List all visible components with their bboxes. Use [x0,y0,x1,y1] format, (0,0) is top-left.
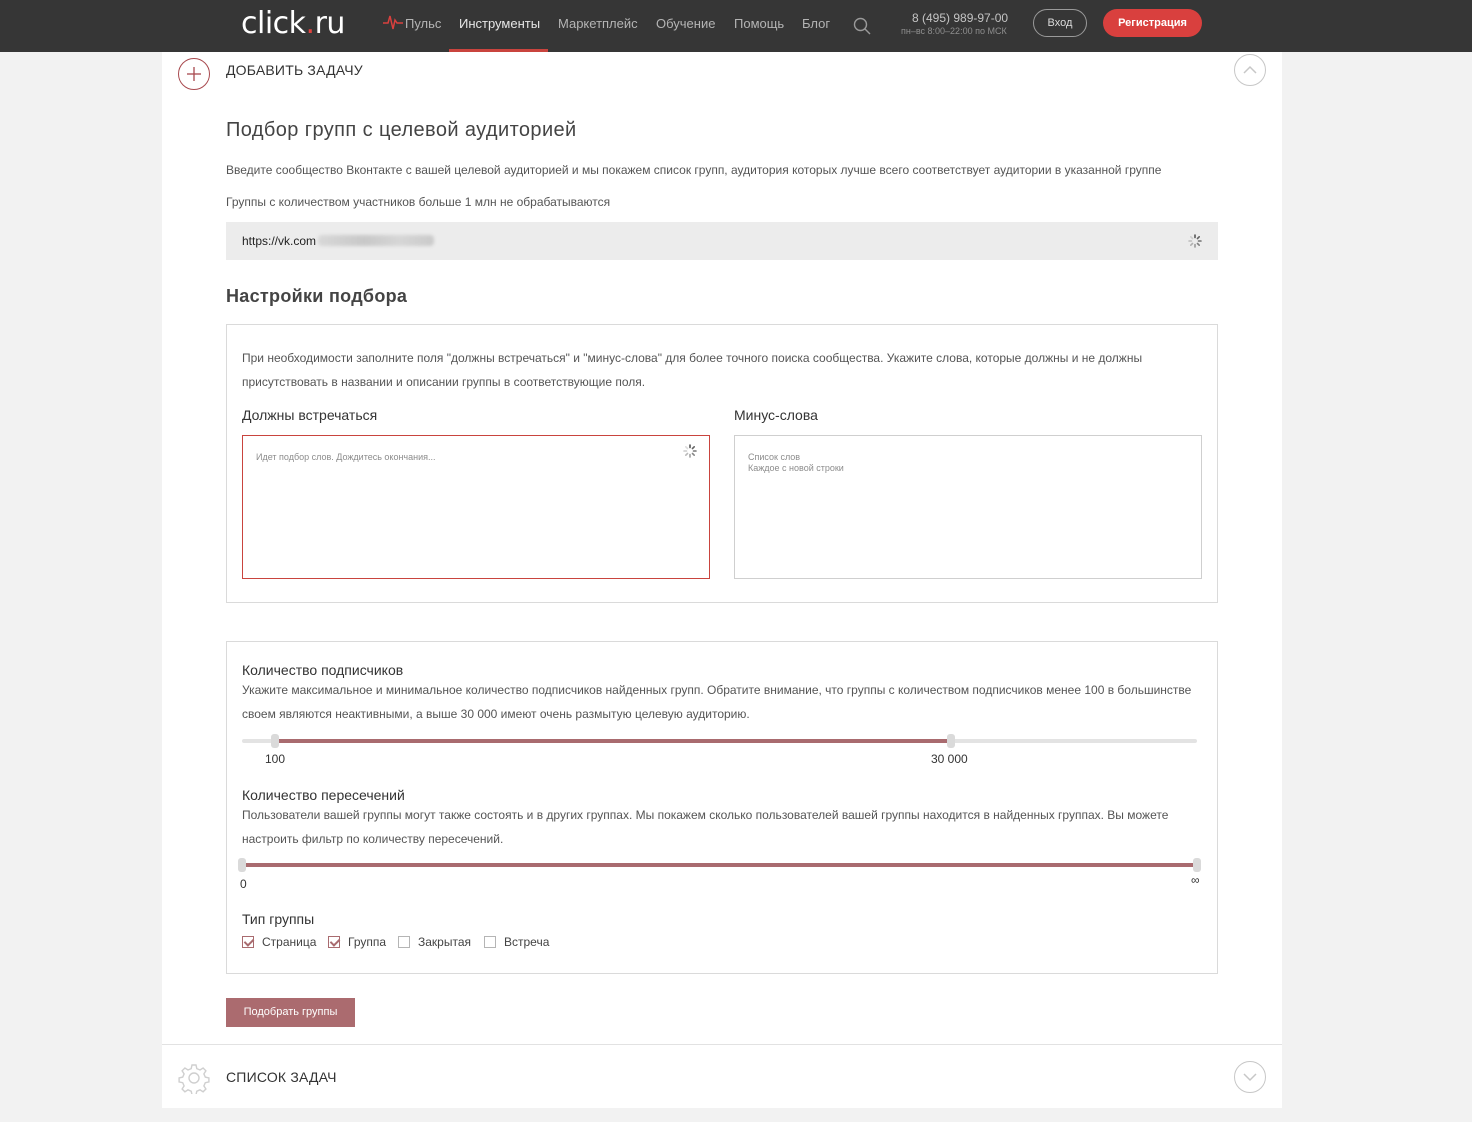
subscribers-max-value: 30 000 [931,752,968,766]
checkbox-page[interactable]: Страница [242,935,316,951]
intersections-label: Количество пересечений [242,787,405,803]
chevron-up-icon [1243,65,1257,74]
login-button[interactable]: Вход [1033,9,1087,37]
minus-words-placeholder: Список слов Каждое с новой строки [748,452,844,473]
minus-words-label: Минус-слова [734,407,818,423]
intersections-min-handle[interactable] [238,858,246,872]
loading-spinner-icon [1188,234,1202,248]
checkbox-group[interactable]: Группа [328,935,386,951]
add-task-button[interactable] [178,58,210,90]
intersections-slider[interactable] [238,858,1201,872]
must-include-label: Должны встречаться [242,407,378,423]
checkbox-label: Встреча [504,935,550,949]
search-icon[interactable] [853,17,871,35]
subscribers-min-value: 100 [265,752,286,766]
checkbox-closed[interactable]: Закрытая [398,935,471,951]
intersections-help: Пользователи вашей группы могут также со… [242,808,1169,846]
nav-learning[interactable]: Обучение [656,16,715,31]
task-list-title[interactable]: СПИСОК ЗАДАЧ [226,1069,337,1085]
expand-button[interactable] [1234,1061,1266,1093]
intersections-slider-range [242,863,1197,867]
checkbox-label: Группа [348,935,387,949]
subscribers-slider[interactable] [242,734,1197,748]
page-description: Введите сообщество Вконтакте с вашей цел… [226,163,1162,177]
nav-blog[interactable]: Блог [802,16,830,31]
nav-tools[interactable]: Инструменты [459,16,540,31]
task-panel: ДОБАВИТЬ ЗАДАЧУ Подбор групп с целевой а… [162,52,1282,1108]
working-hours: пн–вс 8:00–22:00 по МСК [901,26,1007,36]
top-navbar: click.ru Пульс Инструменты Маркетплейс О… [0,0,1472,52]
subscribers-slider-range [275,739,951,743]
limit-note: Группы с количеством участников больше 1… [226,195,611,209]
chevron-down-icon [1243,1073,1257,1082]
checkbox-label: Страница [262,935,317,949]
filters-box: Количество подписчиков Укажите максималь… [226,641,1218,974]
checkbox-label: Закрытая [418,935,472,949]
blurred-url-part [318,235,434,246]
phone-number[interactable]: 8 (495) 989-97-00 [912,11,1008,25]
intersections-max-handle[interactable] [1193,858,1201,872]
minus-words-textarea[interactable]: Список слов Каждое с новой строки [734,435,1202,579]
intersections-min-value: 0 [240,877,247,891]
settings-title: Настройки подбора [226,286,408,306]
checkbox-box[interactable] [484,936,496,948]
group-url-value: https://vk.com [242,234,317,248]
group-type-label: Тип группы [242,911,315,927]
checkbox-box[interactable] [398,936,410,948]
divider [162,1044,1282,1045]
collapse-button[interactable] [1234,54,1266,86]
register-button[interactable]: Регистрация [1103,9,1202,37]
checkbox-box[interactable] [242,936,254,948]
loading-spinner-icon [683,444,697,458]
subscribers-max-handle[interactable] [946,734,955,748]
keywords-box: При необходимости заполните поля "должны… [226,324,1218,603]
logo[interactable]: click.ru [241,6,345,41]
must-include-placeholder: Идет подбор слов. Дождитесь окончания... [256,452,436,462]
subscribers-min-handle[interactable] [271,734,280,748]
subscribers-label: Количество подписчиков [242,662,404,678]
logo-dot: . [305,6,316,41]
group-url-input[interactable]: https://vk.com [226,222,1218,260]
page-title: Подбор групп с целевой аудиторией [226,119,577,141]
subscribers-help: Укажите максимальное и минимальное колич… [242,683,1192,721]
must-include-textarea[interactable]: Идет подбор слов. Дождитесь окончания... [242,435,710,579]
add-task-title[interactable]: ДОБАВИТЬ ЗАДАЧУ [226,62,363,78]
keywords-help: При необходимости заполните поля "должны… [242,351,1143,389]
nav-marketplace[interactable]: Маркетплейс [558,16,638,31]
plus-icon [187,67,201,81]
nav-pulse[interactable]: Пульс [405,16,441,31]
nav-help[interactable]: Помощь [734,16,784,31]
pulse-icon [383,15,403,30]
checkbox-event[interactable]: Встреча [484,935,549,951]
logo-text: click [241,6,306,41]
intersections-max-value: ∞ [1191,873,1200,887]
logo-tld: ru [314,6,346,41]
gear-icon [178,1064,210,1094]
checkbox-box[interactable] [328,936,340,948]
find-groups-button[interactable]: Подобрать группы [226,998,355,1027]
